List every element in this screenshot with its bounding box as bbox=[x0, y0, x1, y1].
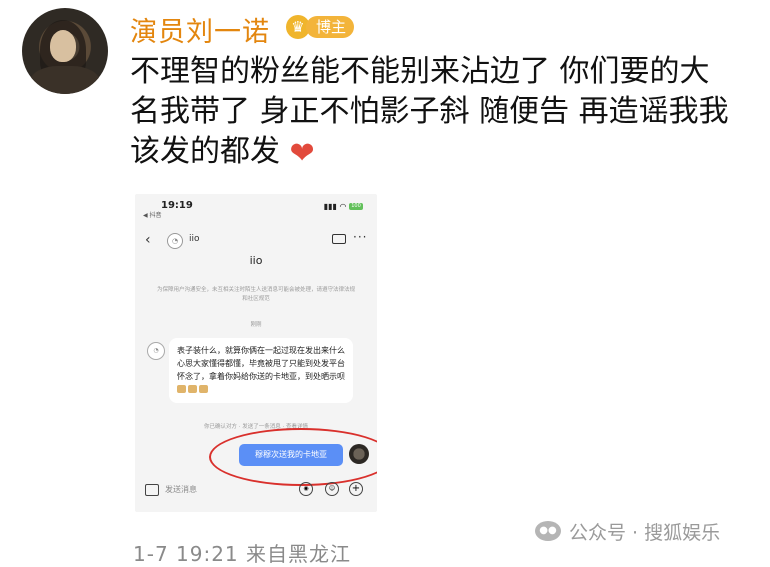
camera-icon[interactable] bbox=[145, 484, 159, 496]
badge-label: 博主 bbox=[306, 16, 355, 38]
blogger-badge: ♛ 博主 bbox=[286, 14, 355, 40]
post-timestamp: 1-7 19:21 bbox=[133, 542, 239, 566]
avatar-coat bbox=[30, 66, 100, 94]
back-icon[interactable]: ‹ bbox=[145, 232, 151, 248]
incoming-message-bubble: 表子装什么，就算你俩在一起过现在发出来什么心思大家懂得都懂，毕竟被甩了只能到处发… bbox=[169, 338, 353, 403]
sender-avatar-icon: ◔ bbox=[147, 342, 165, 360]
emoji-row bbox=[177, 384, 345, 397]
status-time: 19:19 bbox=[161, 200, 193, 211]
user-avatar[interactable] bbox=[22, 8, 108, 94]
safety-notice: 为保障用户沟通安全，未互相关注时陌生人送消息可能会被处理，请遵守法律法规和社区规… bbox=[156, 287, 355, 302]
signal-icon: ▮▮▮ bbox=[323, 202, 337, 211]
message-input[interactable]: 发送消息 bbox=[165, 484, 197, 495]
chat-input-bar: 发送消息 ◉ ☺ + bbox=[135, 480, 377, 504]
video-call-icon[interactable] bbox=[332, 234, 346, 244]
status-back-app: ◀ 抖音 bbox=[143, 212, 162, 219]
post-location: 来自黑龙江 bbox=[246, 542, 352, 566]
emoji-icon-3 bbox=[199, 385, 208, 393]
system-icons: ▮▮▮ ◠ 100 bbox=[324, 202, 363, 211]
heart-icon: ❤ bbox=[289, 136, 315, 171]
emoji-icon-2 bbox=[188, 385, 197, 393]
emoji-icon-1 bbox=[177, 385, 186, 393]
post-meta: 1-7 19:21 来自黑龙江 bbox=[133, 538, 351, 567]
voice-icon[interactable]: ◉ bbox=[299, 482, 313, 496]
system-note: 你已确认对方 · 发送了一条消息 · 查看详情 bbox=[204, 424, 308, 430]
attached-image[interactable]: 19:19 ◀ 抖音 ▮▮▮ ◠ 100 ‹ ◔ iio ··· iio 为保障… bbox=[135, 194, 377, 512]
watermark: ●● 公众号 · 搜狐娱乐 bbox=[535, 516, 720, 546]
chat-nav-bar: ‹ ◔ iio ··· bbox=[135, 230, 377, 254]
plus-icon[interactable]: + bbox=[349, 482, 363, 496]
incoming-message-text: 表子装什么，就算你俩在一起过现在发出来什么心思大家懂得都懂，毕竟被甩了只能到处发… bbox=[177, 346, 345, 381]
wifi-icon: ◠ bbox=[339, 202, 347, 211]
own-avatar bbox=[349, 444, 369, 464]
emoji-icon[interactable]: ☺ bbox=[325, 482, 339, 496]
chat-avatar-icon: ◔ bbox=[167, 233, 183, 249]
more-icon[interactable]: ··· bbox=[353, 230, 367, 244]
watermark-text: 公众号 · 搜狐娱乐 bbox=[569, 521, 721, 544]
outgoing-message-bubble: 穆穆次送我的卡地亚 bbox=[239, 444, 343, 466]
avatar-face bbox=[50, 30, 76, 62]
wechat-icon: ●● bbox=[535, 521, 561, 541]
battery-icon: 100 bbox=[349, 203, 363, 210]
chat-title: iio bbox=[249, 254, 263, 267]
chat-handle: iio bbox=[189, 234, 200, 244]
phone-status-bar: 19:19 ◀ 抖音 ▮▮▮ ◠ 100 bbox=[135, 194, 377, 219]
post-body: 不理智的粉丝能不能别来沾边了 你们要的大 名我带了 身正不怕影子斜 随便告 再造… bbox=[130, 52, 750, 174]
post-text: 不理智的粉丝能不能别来沾边了 你们要的大 名我带了 身正不怕影子斜 随便告 再造… bbox=[130, 54, 729, 169]
message-timestamp: 刚刚 bbox=[250, 322, 262, 328]
post-username[interactable]: 演员刘一诺 bbox=[130, 10, 270, 49]
